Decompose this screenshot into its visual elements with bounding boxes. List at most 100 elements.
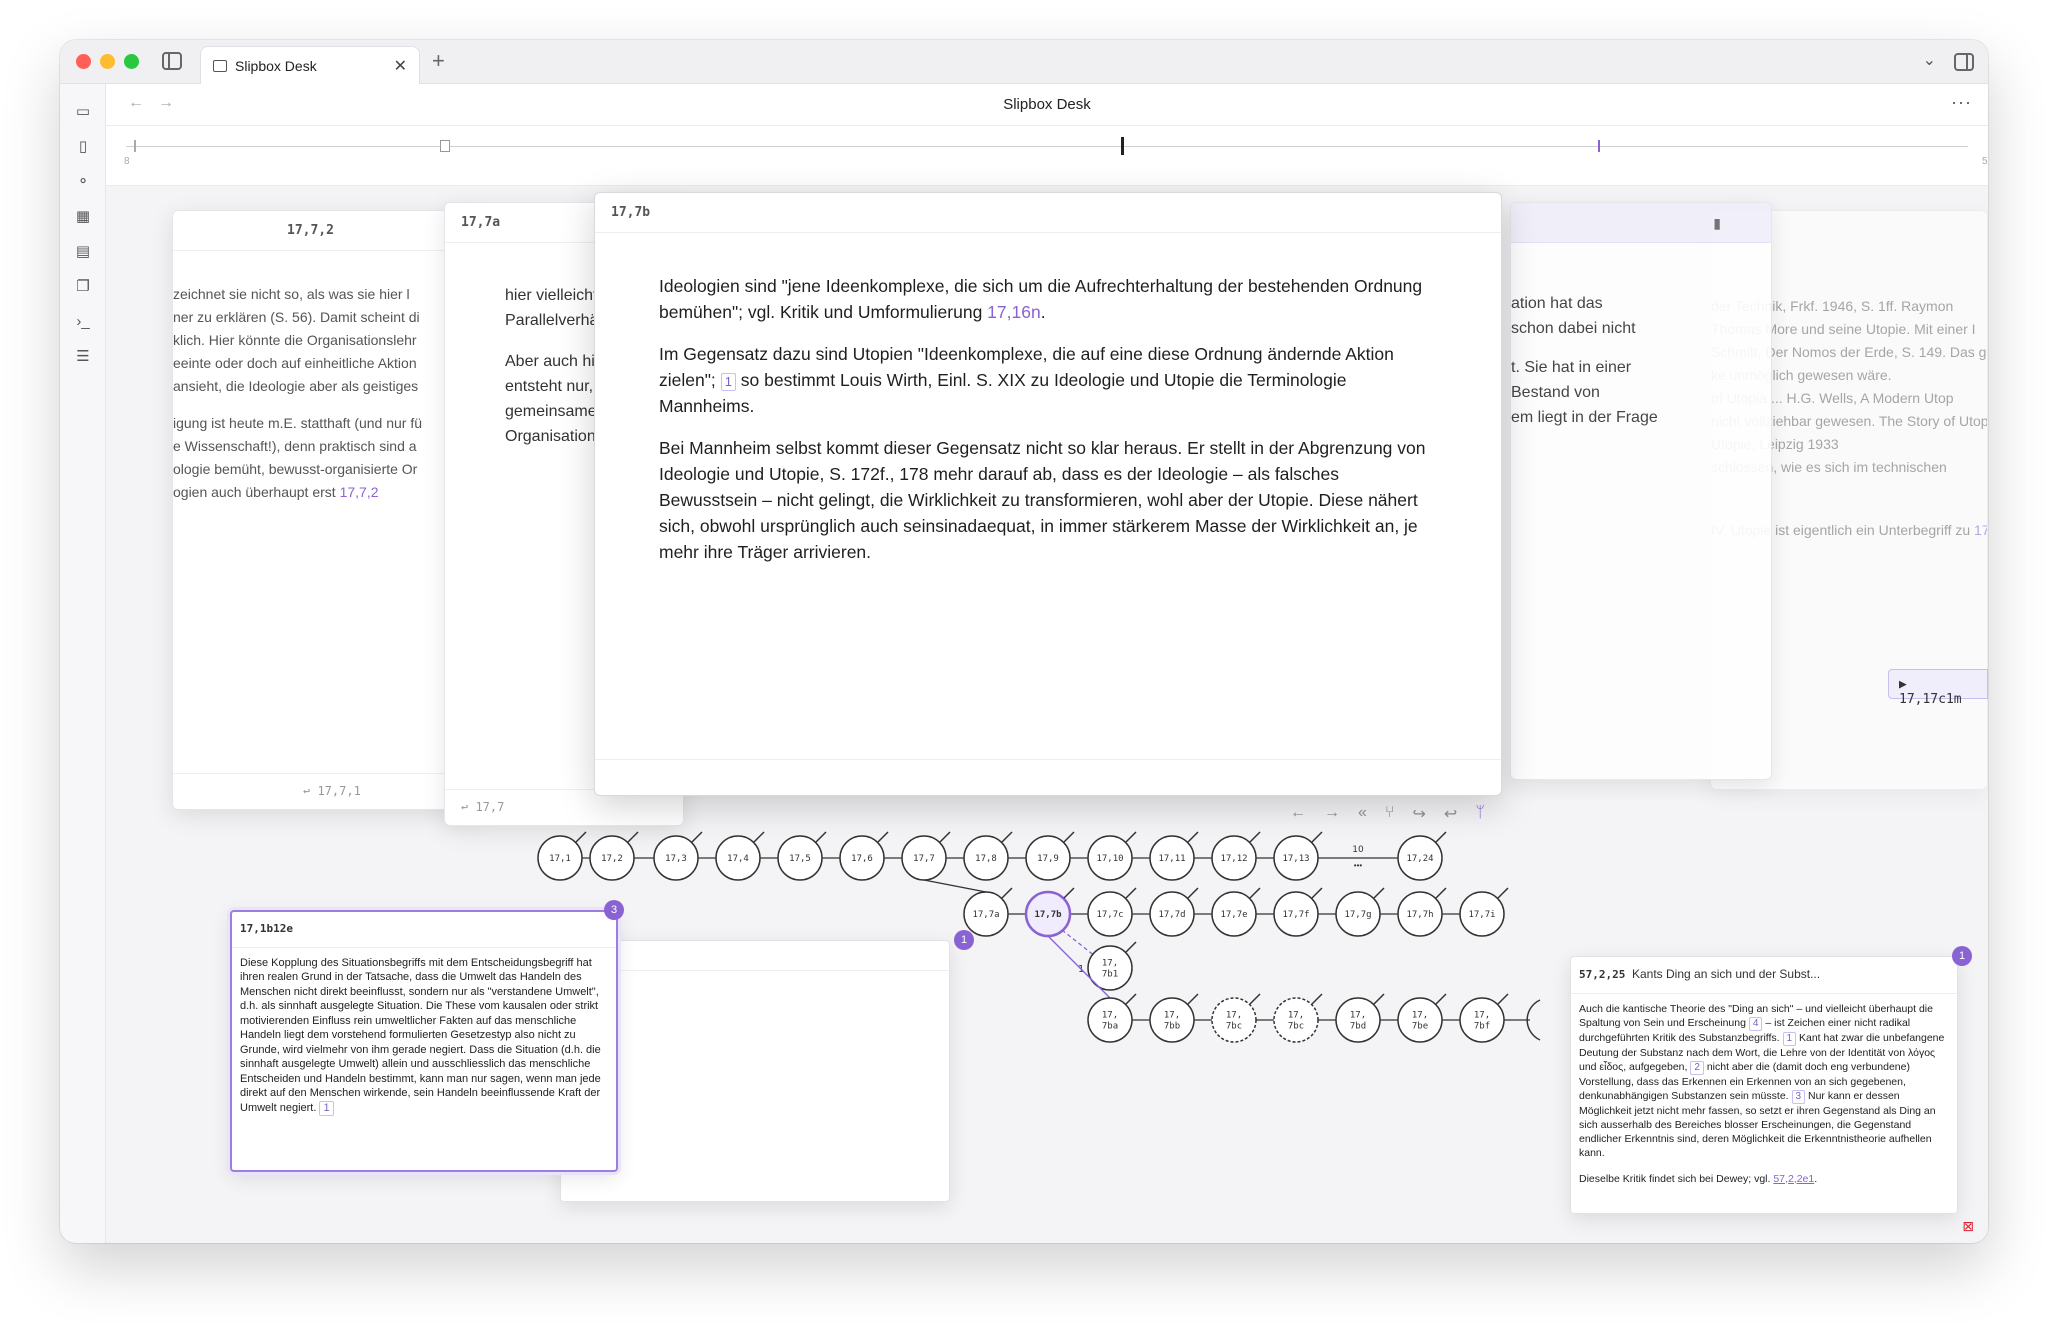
svg-text:17,7b: 17,7b xyxy=(1034,910,1062,920)
branch-icon[interactable]: ⑂ xyxy=(1385,804,1395,824)
app-window: Slipbox Desk ✕ + ⌄ ▭ ▯ ⚬ ▦ ▤ ❐ ›_ ☰ ← → … xyxy=(60,40,1988,1243)
preview-card-left[interactable]: 17,1b12e Diese Kopplung des Situationsbe… xyxy=(230,910,618,1172)
graph-node[interactable]: 17,7a xyxy=(963,887,1013,937)
graph-node[interactable]: 17,7c xyxy=(1087,887,1137,937)
graph-node[interactable]: 17,7e xyxy=(1211,887,1261,937)
svg-text:17,: 17, xyxy=(1474,1011,1490,1021)
reference-marker[interactable]: 1 xyxy=(720,373,736,391)
graph-node[interactable]: 17,7i xyxy=(1459,887,1509,937)
graph-node[interactable]: 17,8 xyxy=(963,831,1013,881)
paragraph: so bestimmt Louis Wirth, Einl. S. XIX zu… xyxy=(659,370,1347,416)
graph-node[interactable]: 17,13 xyxy=(1273,831,1323,881)
svg-text:17,11: 17,11 xyxy=(1158,854,1185,864)
graph-node[interactable]: 17,24 xyxy=(1397,831,1447,881)
svg-text:17,13: 17,13 xyxy=(1282,854,1309,864)
svg-text:17,: 17, xyxy=(1350,1011,1366,1021)
svg-text:17,: 17, xyxy=(1164,1011,1180,1021)
paragraph: Bei Mannheim selbst kommt dieser Gegensa… xyxy=(659,438,1426,562)
reference-marker[interactable]: 3 xyxy=(1791,1089,1806,1104)
ellipsis-icon[interactable]: ••• xyxy=(1354,861,1363,870)
svg-text:17,4: 17,4 xyxy=(727,854,749,864)
graph-node[interactable]: 17,9 xyxy=(1025,831,1075,881)
graph-node[interactable]: 17,7be xyxy=(1397,993,1447,1043)
graph-node[interactable]: 17,7ba xyxy=(1087,993,1137,1043)
svg-text:17,7i: 17,7i xyxy=(1468,910,1495,920)
graph-disabled-icon[interactable]: ⊠ xyxy=(1962,1218,1974,1235)
graph-node[interactable]: 17,7bc xyxy=(1211,993,1261,1043)
reference-marker[interactable]: 2 xyxy=(1690,1060,1704,1075)
svg-text:17,: 17, xyxy=(1226,1011,1242,1021)
reference-marker[interactable]: 1 xyxy=(319,1100,334,1116)
svg-text:17,: 17, xyxy=(1288,1011,1304,1021)
preview-id: 57,2,25 xyxy=(1579,968,1626,981)
note-link[interactable]: 17,16n xyxy=(987,302,1041,322)
svg-text:17,7c: 17,7c xyxy=(1096,910,1123,920)
graph-node[interactable]: 17,7b xyxy=(1024,887,1075,938)
svg-text:17,10: 17,10 xyxy=(1096,854,1123,864)
note-card-main[interactable]: 17,7b Ideologien sind "jene Ideenkomplex… xyxy=(594,192,1502,796)
preview-badge: 1 xyxy=(954,930,974,950)
svg-text:17,12: 17,12 xyxy=(1220,854,1247,864)
graph-node[interactable]: 17,5 xyxy=(777,831,827,881)
svg-text:7be: 7be xyxy=(1412,1022,1428,1032)
svg-text:17,: 17, xyxy=(1102,1011,1118,1021)
redirect-icon[interactable]: ↪ xyxy=(1413,804,1426,824)
graph-node[interactable]: 17,6 xyxy=(839,831,889,881)
graph-node[interactable]: 17,2 xyxy=(589,831,639,881)
graph-node[interactable]: 17,7g xyxy=(1335,887,1385,937)
graph-node[interactable]: 17,4 xyxy=(715,831,765,881)
svg-text:17,7d: 17,7d xyxy=(1158,910,1185,920)
preview-card-right[interactable]: 57,2,25 Kants Ding an sich und der Subst… xyxy=(1570,956,1958,1214)
note-link[interactable]: 57,2,2e1 xyxy=(1773,1173,1814,1185)
graph-node[interactable]: 17,7bc xyxy=(1273,993,1323,1043)
preview-badge: 1 xyxy=(1952,946,1972,966)
undo-icon[interactable]: ↩ xyxy=(1444,804,1457,824)
arrow-right-icon[interactable]: → xyxy=(1324,804,1340,824)
graph-node[interactable]: 17,7bd xyxy=(1335,993,1385,1043)
card-body: Ideologien sind "jene Ideenkomplexe, die… xyxy=(595,233,1501,565)
graph-toolbar: ← → « ⑂ ↪ ↩ ᛘ xyxy=(1290,804,1485,824)
preview-text: Diese Kopplung des Situationsbegriffs mi… xyxy=(240,956,601,1114)
svg-text:17,3: 17,3 xyxy=(665,854,687,864)
punctuation: . xyxy=(1040,302,1046,322)
graph-node[interactable]: 17,1 xyxy=(537,831,587,881)
svg-text:7bf: 7bf xyxy=(1474,1022,1490,1032)
svg-text:17,8: 17,8 xyxy=(975,854,997,864)
svg-text:17,7: 17,7 xyxy=(913,854,935,864)
svg-text:7bc: 7bc xyxy=(1226,1022,1242,1032)
collapsed-note-chip[interactable]: ▶ 17,17c1m xyxy=(1888,669,1988,707)
preview-card-middle[interactable] xyxy=(560,940,950,1202)
svg-text:7bc: 7bc xyxy=(1288,1022,1304,1032)
graph-node[interactable]: 17,3 xyxy=(653,831,703,881)
svg-text:17,5: 17,5 xyxy=(789,854,811,864)
preview-badge: 3 xyxy=(604,900,624,920)
punctuation: . xyxy=(1814,1172,1818,1185)
graph-node[interactable]: 17,7h xyxy=(1397,887,1447,937)
svg-text:7bb: 7bb xyxy=(1164,1022,1180,1032)
card-id: 17,7b xyxy=(595,193,1501,233)
arrow-left-icon[interactable]: ← xyxy=(1290,804,1306,824)
svg-text:17,7f: 17,7f xyxy=(1282,910,1309,920)
double-chevron-left-icon[interactable]: « xyxy=(1358,804,1367,824)
reference-marker[interactable]: 4 xyxy=(1748,1016,1763,1031)
reference-marker[interactable]: 1 xyxy=(1782,1031,1797,1046)
graph-node[interactable]: 17,7bb xyxy=(1149,993,1199,1043)
graph-node[interactable]: 17,7f xyxy=(1273,887,1323,937)
graph-node[interactable]: 17,11 xyxy=(1149,831,1199,881)
card-footer xyxy=(595,759,1501,795)
svg-text:17,9: 17,9 xyxy=(1037,854,1059,864)
graph-node[interactable]: 17,7bf xyxy=(1459,993,1509,1043)
preview-id: 17,1b12e xyxy=(232,912,616,948)
graph-node[interactable]: 17,7d xyxy=(1149,887,1199,937)
svg-text:17,7h: 17,7h xyxy=(1406,910,1433,920)
svg-text:7ba: 7ba xyxy=(1102,1022,1118,1032)
graph-edge xyxy=(923,879,987,893)
svg-text:17,7e: 17,7e xyxy=(1220,910,1247,920)
graph-node[interactable]: 17,12 xyxy=(1211,831,1261,881)
graph-node[interactable]: 17,7 xyxy=(901,831,951,881)
graph-node[interactable]: 17,10 xyxy=(1087,831,1137,881)
git-branch-icon[interactable]: ᛘ xyxy=(1475,804,1485,824)
collapsed-count[interactable]: 10 xyxy=(1352,845,1364,855)
preview-title: Kants Ding an sich und der Subst... xyxy=(1631,967,1821,981)
svg-text:17,7a: 17,7a xyxy=(972,910,999,920)
